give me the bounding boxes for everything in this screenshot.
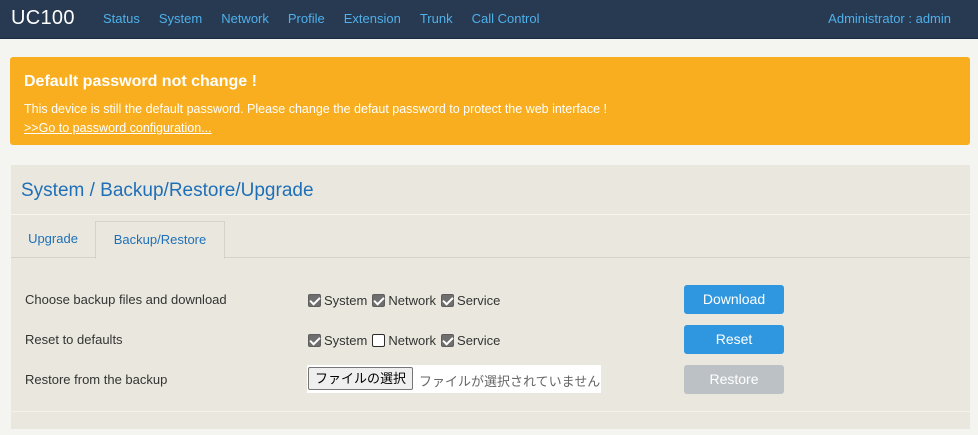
nav-profile[interactable]: Profile — [288, 11, 325, 26]
nav-call-control[interactable]: Call Control — [472, 11, 540, 26]
reset-label: Reset to defaults — [25, 332, 123, 347]
nav-system[interactable]: System — [159, 11, 202, 26]
reset-system-label: System — [324, 333, 368, 348]
top-navbar: UC100 Status System Network Profile Exte… — [0, 0, 978, 39]
reset-network-label: Network — [388, 333, 437, 348]
main-nav: Status System Network Profile Extension … — [103, 11, 559, 26]
reset-service-checkbox[interactable] — [441, 334, 455, 347]
reset-button[interactable]: Reset — [684, 325, 784, 354]
backup-options: System Network Service — [308, 293, 505, 308]
brand-logo: UC100 — [11, 7, 75, 29]
password-warning-alert: Default password not change ! This devic… — [10, 57, 970, 145]
file-input: ファイルの選択 ファイルが選択されていません — [307, 365, 601, 393]
nav-extension[interactable]: Extension — [344, 11, 401, 26]
reset-network-checkbox[interactable] — [372, 334, 386, 347]
restore-button: Restore — [684, 365, 784, 394]
user-menu[interactable]: Administrator : admin — [828, 11, 951, 26]
backup-network-checkbox[interactable] — [372, 294, 386, 307]
tab-bar: Upgrade Backup/Restore — [11, 221, 970, 259]
choose-file-button[interactable]: ファイルの選択 — [308, 367, 414, 390]
alert-message: This device is still the default passwor… — [24, 102, 607, 116]
divider — [11, 411, 970, 412]
backup-service-checkbox[interactable] — [441, 294, 455, 307]
reset-service-label: Service — [457, 333, 501, 348]
password-config-link[interactable]: >>Go to password configuration... — [24, 121, 212, 135]
download-button[interactable]: Download — [684, 285, 784, 314]
reset-options: System Network Service — [308, 333, 505, 348]
backup-restore-panel: System / Backup/Restore/Upgrade Upgrade … — [11, 165, 970, 429]
nav-status[interactable]: Status — [103, 11, 140, 26]
alert-title: Default password not change ! — [24, 73, 257, 90]
backup-service-label: Service — [457, 293, 501, 308]
backup-system-checkbox[interactable] — [308, 294, 321, 307]
backup-system-label: System — [324, 293, 368, 308]
restore-label: Restore from the backup — [25, 372, 168, 387]
reset-system-checkbox[interactable] — [308, 334, 321, 347]
nav-network[interactable]: Network — [221, 11, 269, 26]
file-status-text: ファイルが選択されていません — [419, 374, 601, 389]
tab-backup-restore[interactable]: Backup/Restore — [95, 221, 225, 259]
divider — [11, 214, 970, 215]
page-title: System / Backup/Restore/Upgrade — [21, 180, 314, 201]
nav-trunk[interactable]: Trunk — [420, 11, 453, 26]
tab-upgrade[interactable]: Upgrade — [11, 221, 95, 258]
backup-network-label: Network — [388, 293, 437, 308]
backup-label: Choose backup files and download — [25, 292, 227, 307]
